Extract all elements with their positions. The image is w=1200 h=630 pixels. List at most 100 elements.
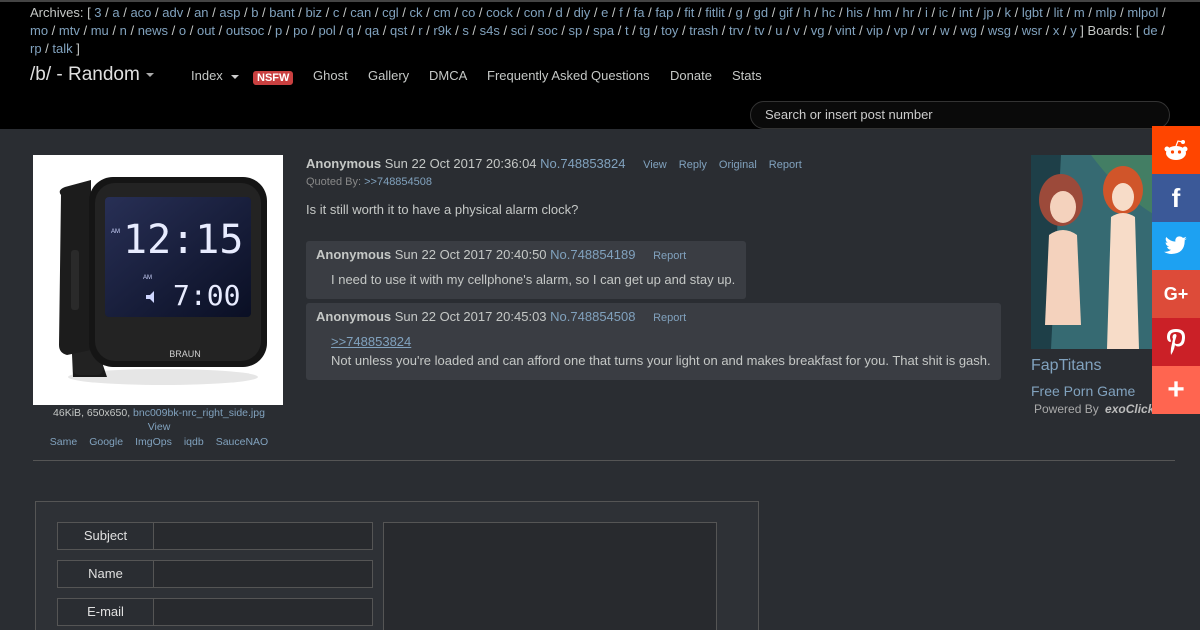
image-search-google[interactable]: Google xyxy=(89,436,123,448)
board-link[interactable]: trv xyxy=(729,23,743,38)
board-link[interactable]: a xyxy=(112,5,119,20)
board-link[interactable]: talk xyxy=(52,41,72,56)
board-link[interactable]: vr xyxy=(918,23,929,38)
board-link[interactable]: con xyxy=(524,5,545,20)
board-link[interactable]: sp xyxy=(569,23,583,38)
share-more-button[interactable]: + xyxy=(1152,366,1200,414)
board-link[interactable]: ck xyxy=(410,5,423,20)
board-link[interactable]: rp xyxy=(30,41,42,56)
post-number-link[interactable]: No.748853824 xyxy=(540,156,625,171)
board-link[interactable]: jp xyxy=(984,5,994,20)
board-link[interactable]: cock xyxy=(486,5,513,20)
ad-image[interactable] xyxy=(1031,155,1155,349)
board-link[interactable]: an xyxy=(194,5,208,20)
report-link[interactable]: Report xyxy=(653,312,686,324)
board-link[interactable]: asp xyxy=(219,5,240,20)
board-link[interactable]: m xyxy=(1074,5,1085,20)
board-link[interactable]: gd xyxy=(754,5,768,20)
board-link[interactable]: adv xyxy=(162,5,183,20)
nav-nsfw-badge[interactable]: NSFW xyxy=(253,69,294,85)
report-link[interactable]: Report xyxy=(653,250,686,262)
file-view-link[interactable]: View xyxy=(148,421,171,433)
board-link[interactable]: vg xyxy=(811,23,825,38)
board-link[interactable]: de xyxy=(1143,23,1157,38)
post-thumbnail[interactable]: AM 12:15 AM 7:00 BRAUN xyxy=(33,155,283,405)
board-link[interactable]: bant xyxy=(269,5,294,20)
share-pinterest-button[interactable] xyxy=(1152,318,1200,366)
board-link[interactable]: pol xyxy=(318,23,335,38)
nav-faq[interactable]: Frequently Asked Questions xyxy=(487,68,650,83)
board-link[interactable]: g xyxy=(736,5,743,20)
board-link[interactable]: r9k xyxy=(433,23,451,38)
board-link[interactable]: toy xyxy=(661,23,678,38)
board-link[interactable]: tg xyxy=(639,23,650,38)
board-link[interactable]: mu xyxy=(91,23,109,38)
post-action-report[interactable]: Report xyxy=(769,159,802,171)
nav-dmca[interactable]: DMCA xyxy=(429,68,467,83)
board-link[interactable]: wsg xyxy=(988,23,1011,38)
board-link[interactable]: mlpol xyxy=(1127,5,1158,20)
nav-index[interactable]: Index xyxy=(191,68,239,83)
board-link[interactable]: hr xyxy=(903,5,915,20)
board-link[interactable]: lgbt xyxy=(1022,5,1043,20)
file-name-link[interactable]: bnc009bk-nrc_right_side.jpg xyxy=(133,407,265,419)
board-link[interactable]: can xyxy=(350,5,371,20)
board-link[interactable]: trash xyxy=(689,23,718,38)
ad-title-link[interactable]: FapTitans xyxy=(1031,357,1102,375)
image-search-iqdb[interactable]: iqdb xyxy=(184,436,204,448)
board-link[interactable]: fitlit xyxy=(705,5,725,20)
nav-stats[interactable]: Stats xyxy=(732,68,762,83)
quoted-by-link[interactable]: >>748854508 xyxy=(364,176,432,188)
board-link[interactable]: lit xyxy=(1054,5,1063,20)
board-link[interactable]: po xyxy=(293,23,307,38)
nav-donate[interactable]: Donate xyxy=(670,68,712,83)
board-link[interactable]: news xyxy=(138,23,168,38)
name-input[interactable] xyxy=(153,560,373,588)
board-link[interactable]: fap xyxy=(655,5,673,20)
board-link[interactable]: gif xyxy=(779,5,793,20)
board-link[interactable]: u xyxy=(775,23,782,38)
subject-input[interactable] xyxy=(153,522,373,550)
image-search-same[interactable]: Same xyxy=(50,436,77,448)
board-link[interactable]: tv xyxy=(754,23,764,38)
board-link[interactable]: mtv xyxy=(59,23,80,38)
board-link[interactable]: 3 xyxy=(94,5,101,20)
comment-textarea[interactable] xyxy=(383,522,717,630)
board-link[interactable]: cm xyxy=(433,5,450,20)
post-action-view[interactable]: View xyxy=(643,159,667,171)
board-link[interactable]: cgl xyxy=(382,5,399,20)
board-link[interactable]: qa xyxy=(365,23,379,38)
board-link[interactable]: biz xyxy=(305,5,322,20)
board-link[interactable]: hm xyxy=(874,5,892,20)
share-facebook-button[interactable]: f xyxy=(1152,174,1200,222)
board-link[interactable]: vint xyxy=(835,23,855,38)
image-search-saucenao[interactable]: SauceNAO xyxy=(216,436,269,448)
board-link[interactable]: wsr xyxy=(1022,23,1042,38)
board-link[interactable]: co xyxy=(462,5,476,20)
nav-gallery[interactable]: Gallery xyxy=(368,68,409,83)
board-link[interactable]: vip xyxy=(866,23,883,38)
post-action-original[interactable]: Original xyxy=(719,159,757,171)
board-link[interactable]: outsoc xyxy=(226,23,264,38)
board-link[interactable]: h xyxy=(804,5,811,20)
board-link[interactable]: mlp xyxy=(1096,5,1117,20)
board-link[interactable]: wg xyxy=(960,23,977,38)
board-link[interactable]: q xyxy=(347,23,354,38)
board-link[interactable]: n xyxy=(120,23,127,38)
board-link[interactable]: s4s xyxy=(480,23,500,38)
board-link[interactable]: fa xyxy=(634,5,645,20)
email-input[interactable] xyxy=(153,598,373,626)
ad-subtitle-link[interactable]: Free Porn Game xyxy=(1031,383,1135,399)
board-link[interactable]: spa xyxy=(593,23,614,38)
board-link[interactable]: out xyxy=(197,23,215,38)
post-action-reply[interactable]: Reply xyxy=(679,159,707,171)
share-reddit-button[interactable] xyxy=(1152,126,1200,174)
board-link[interactable]: mo xyxy=(30,23,48,38)
post-number-link[interactable]: No.748854189 xyxy=(550,247,635,262)
share-google-plus-button[interactable]: G+ xyxy=(1152,270,1200,318)
board-link[interactable]: hc xyxy=(822,5,836,20)
search-input[interactable]: Search or insert post number xyxy=(750,101,1170,129)
share-twitter-button[interactable] xyxy=(1152,222,1200,270)
quote-link[interactable]: >>748853824 xyxy=(331,334,411,349)
board-link[interactable]: d xyxy=(556,5,563,20)
